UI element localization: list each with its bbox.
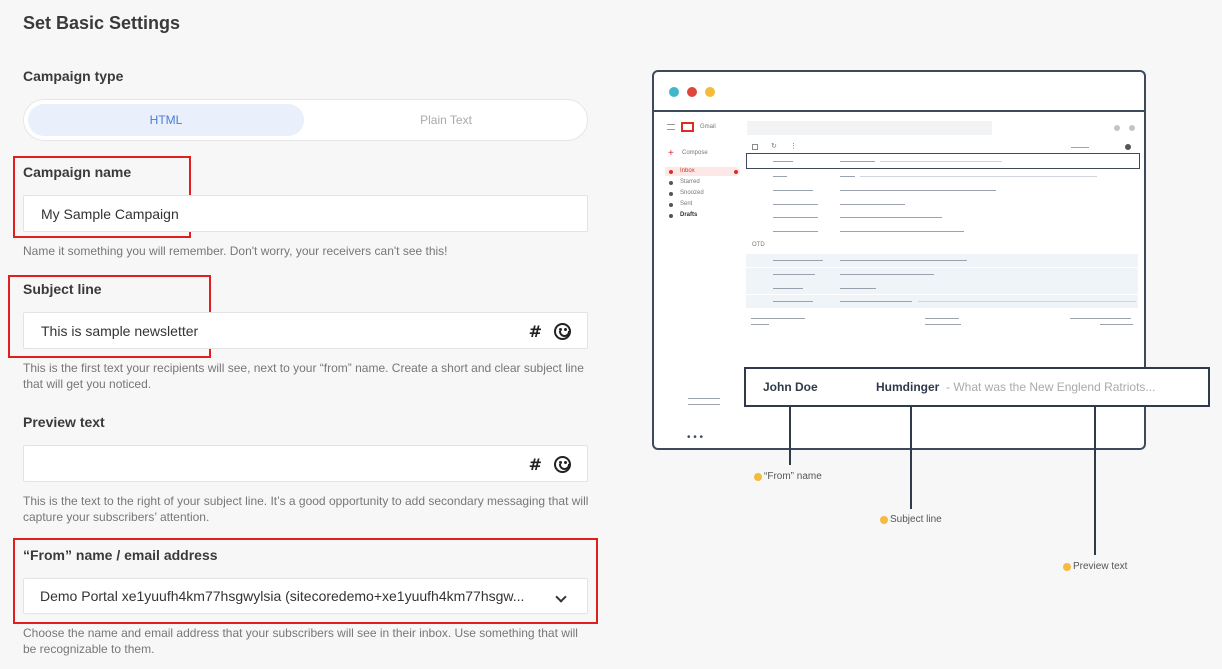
info-dot-icon xyxy=(754,472,762,481)
html-option[interactable]: HTML xyxy=(28,104,304,136)
avatar-dot-icon xyxy=(1114,125,1120,131)
campaign-name-helper: Name it something you will remember. Don… xyxy=(23,244,448,258)
subject-leader-line xyxy=(910,407,912,509)
compose-plus-icon: + xyxy=(668,148,674,159)
subject-line-helper: This is the first text your recipients w… xyxy=(23,361,584,391)
personalization-hash-icon[interactable]: # xyxy=(529,455,542,474)
smiley-icon[interactable] xyxy=(554,323,571,340)
zoomed-email-row: John Doe Humdinger - What was the New En… xyxy=(744,367,1210,407)
inbox-highlight xyxy=(665,167,740,176)
page-title: Set Basic Settings xyxy=(23,13,181,33)
chevron-down-icon xyxy=(555,591,567,603)
gmail-search-bar xyxy=(747,121,992,135)
folder-drafts: Drafts xyxy=(680,212,698,218)
sender-name: John Doe xyxy=(763,380,818,394)
section-label: OTD xyxy=(752,242,765,248)
campaign-type-toggle: HTML Plain Text xyxy=(23,99,588,141)
from-leader-line xyxy=(789,407,791,465)
folder-snoozed: Snoozed xyxy=(680,190,704,196)
folder-starred: Starred xyxy=(680,179,700,185)
from-name-helper: Choose the name and email address that y… xyxy=(23,626,578,656)
window-titlebar xyxy=(654,72,1144,112)
plain-text-option[interactable]: Plain Text xyxy=(308,104,584,136)
info-dot-icon xyxy=(1063,562,1071,571)
gmail-logo-icon xyxy=(681,122,694,132)
window-dot-icon xyxy=(687,87,697,97)
callout-subject: Subject line xyxy=(880,514,942,525)
menu-icon xyxy=(667,124,675,130)
compose-label: Compose xyxy=(682,150,708,156)
subject-line-label: Subject line xyxy=(23,281,102,297)
preview-leader-line xyxy=(1094,407,1096,555)
campaign-type-label: Campaign type xyxy=(23,68,124,84)
callout-from: “From” name xyxy=(754,471,822,482)
personalization-hash-icon[interactable]: # xyxy=(529,322,542,341)
window-dot-icon xyxy=(705,87,715,97)
folder-sent: Sent xyxy=(680,201,693,207)
email-subject: Humdinger xyxy=(876,380,940,394)
email-preview: - What was the New Englend Ratriots... xyxy=(946,380,1156,394)
select-all-checkbox xyxy=(752,144,758,150)
campaign-name-input[interactable]: My Sample Campaign xyxy=(23,195,588,232)
window-dot-icon xyxy=(669,87,679,97)
callout-preview: Preview text xyxy=(1063,561,1127,572)
from-name-value: Demo Portal xe1yuufh4km77hsgwylsia (site… xyxy=(40,588,525,604)
from-name-select[interactable]: Demo Portal xe1yuufh4km77hsgwylsia (site… xyxy=(23,578,588,614)
smiley-icon[interactable] xyxy=(554,456,571,473)
from-name-label: “From” name / email address xyxy=(23,547,218,563)
folder-inbox: Inbox xyxy=(680,168,695,174)
subject-line-value: This is sample newsletter xyxy=(41,322,199,339)
avatar-dot-icon xyxy=(1129,125,1135,131)
info-dot-icon xyxy=(880,515,888,524)
campaign-name-value: My Sample Campaign xyxy=(41,205,179,222)
campaign-name-label: Campaign name xyxy=(23,164,132,180)
subject-line-input[interactable]: This is sample newsletter # xyxy=(23,312,588,349)
preview-text-helper: This is the text to the right of your su… xyxy=(23,494,589,524)
preview-text-input[interactable]: # xyxy=(23,445,588,482)
preview-text-label: Preview text xyxy=(23,414,105,430)
gmail-label: Gmail xyxy=(700,124,716,130)
